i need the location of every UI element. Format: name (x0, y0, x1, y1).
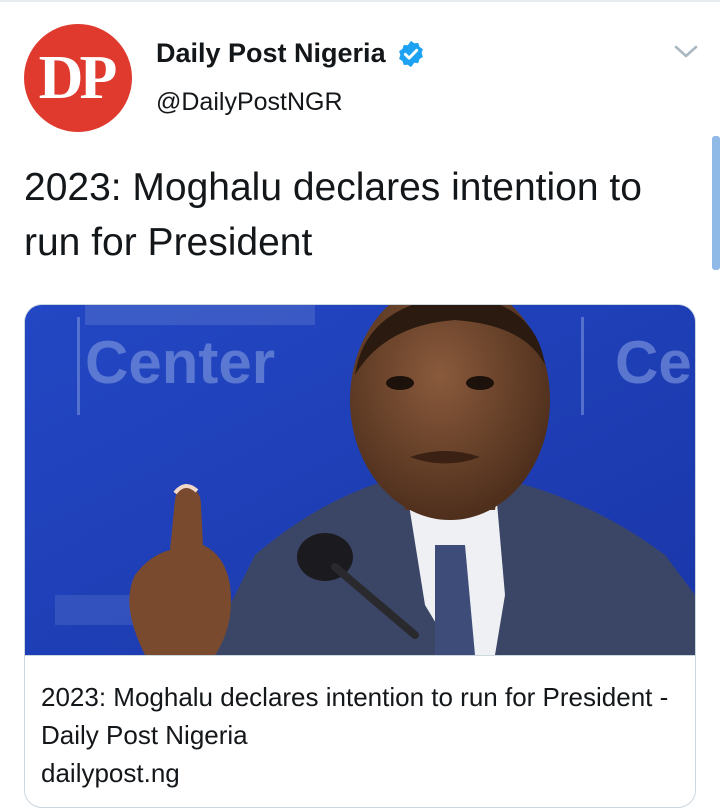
card-info[interactable]: 2023: Moghalu declares intention to run … (25, 655, 695, 807)
tweet-text: 2023: Moghalu declares intention to run … (24, 166, 642, 264)
chevron-down-icon[interactable] (672, 42, 700, 62)
card-image[interactable]: Center Ce (25, 305, 695, 655)
author-handle[interactable]: @DailyPostNGR (156, 88, 343, 117)
top-divider (0, 0, 720, 2)
link-card[interactable]: Center Ce 2023: Moghalu declares intenti… (24, 304, 696, 808)
verified-badge-icon (396, 39, 426, 69)
card-photo: Center Ce (25, 305, 695, 655)
backdrop-text-left: Center (85, 329, 275, 396)
backdrop-text-right: Ce (615, 329, 692, 396)
display-name[interactable]: Daily Post Nigeria (156, 38, 386, 69)
card-domain: dailypost.ng (41, 758, 180, 788)
author-name-row: Daily Post Nigeria (156, 38, 426, 69)
scrollbar[interactable] (712, 136, 720, 270)
card-title[interactable]: 2023: Moghalu declares intention to run … (41, 678, 681, 754)
avatar[interactable]: DP (24, 24, 132, 132)
avatar-initials: DP (38, 44, 118, 112)
